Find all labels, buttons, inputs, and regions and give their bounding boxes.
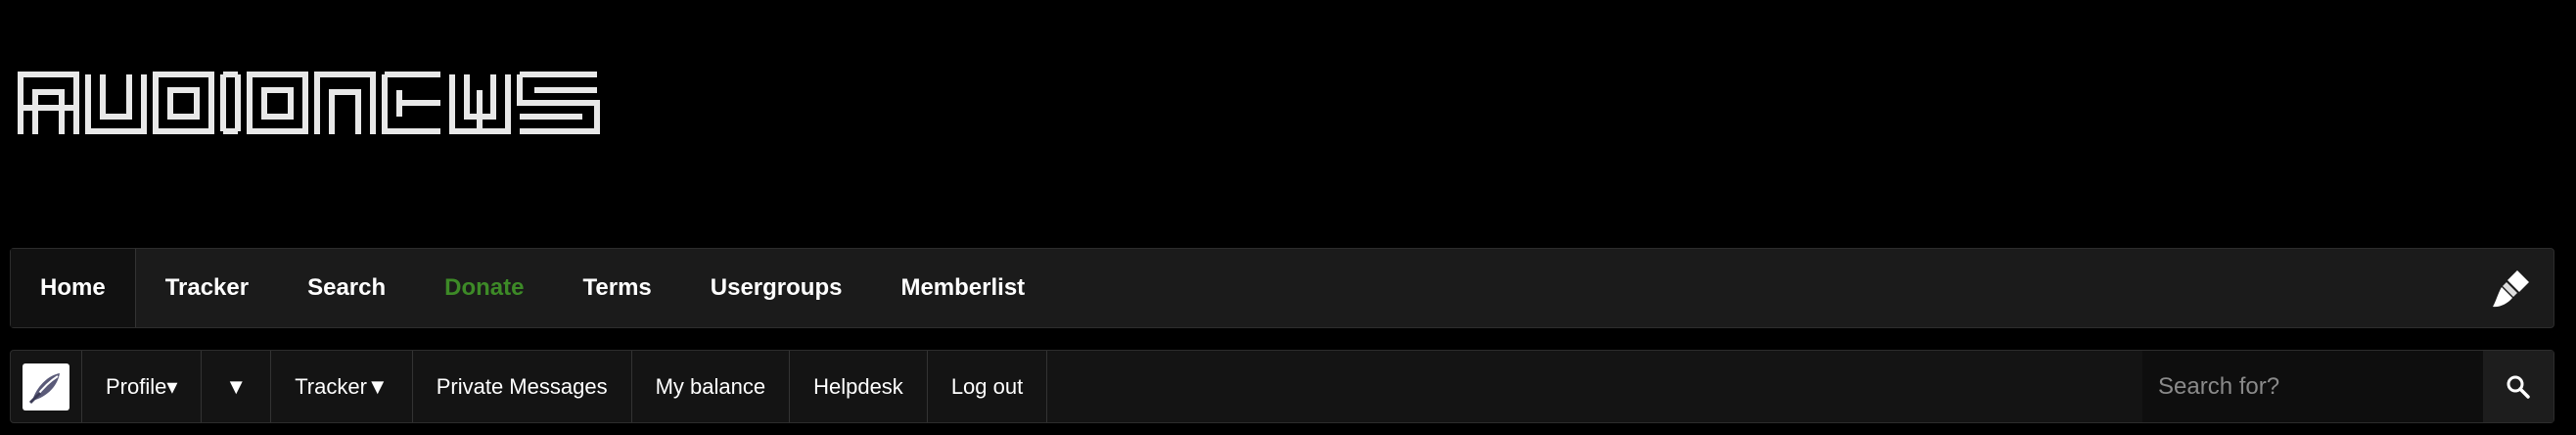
nav-donate[interactable]: Donate xyxy=(415,249,553,327)
nav-memberlist[interactable]: Memberlist xyxy=(871,249,1054,327)
tracker-menu[interactable]: Tracker▼ xyxy=(271,351,413,422)
nav-home[interactable]: Home xyxy=(11,249,136,327)
nav-search[interactable]: Search xyxy=(278,249,415,327)
search-box xyxy=(2142,351,2553,422)
logo-graphic xyxy=(18,72,600,134)
avatar[interactable] xyxy=(23,362,69,411)
search-icon xyxy=(2507,375,2530,399)
main-navigation: Home Tracker Search Donate Terms Usergro… xyxy=(10,248,2554,328)
search-button[interactable] xyxy=(2483,351,2553,422)
profile-menu[interactable]: Profile▾ xyxy=(82,351,203,422)
user-toolbar: Profile▾ ▼ Tracker▼ Private Messages My … xyxy=(10,350,2554,423)
user-avatar-cell[interactable] xyxy=(11,351,82,422)
nav-terms[interactable]: Terms xyxy=(554,249,681,327)
paintbrush-icon[interactable] xyxy=(2487,264,2536,313)
my-balance-link[interactable]: My balance xyxy=(632,351,791,422)
site-logo[interactable] xyxy=(18,69,600,137)
logout-link[interactable]: Log out xyxy=(928,351,1048,422)
search-input[interactable] xyxy=(2142,351,2483,422)
helpdesk-link[interactable]: Helpdesk xyxy=(790,351,928,422)
private-messages-link[interactable]: Private Messages xyxy=(413,351,632,422)
nav-usergroups[interactable]: Usergroups xyxy=(681,249,872,327)
extra-dropdown[interactable]: ▼ xyxy=(202,351,272,422)
nav-tracker[interactable]: Tracker xyxy=(136,249,278,327)
